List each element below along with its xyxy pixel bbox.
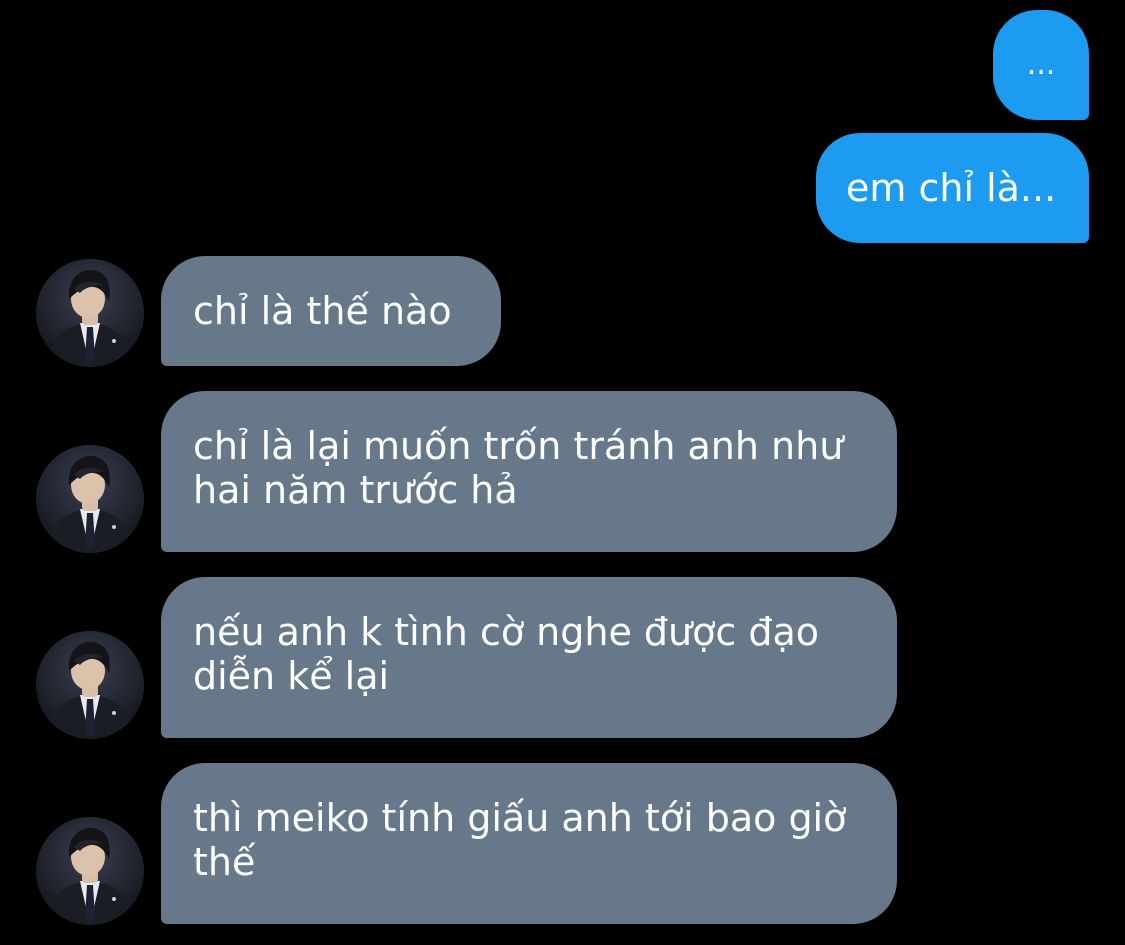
- message-text: em chỉ là...: [846, 166, 1057, 210]
- message-text: chỉ là thế nào: [193, 289, 452, 333]
- received-message-bubble[interactable]: thì meiko tính giấu anh tới bao giờ thế: [161, 763, 897, 924]
- avatar-portrait-icon: [36, 445, 144, 553]
- contact-avatar[interactable]: [36, 817, 144, 925]
- received-message-bubble[interactable]: nếu anh k tình cờ nghe được đạo diễn kể …: [161, 577, 897, 738]
- contact-avatar[interactable]: [36, 445, 144, 553]
- sent-message-bubble[interactable]: em chỉ là...: [816, 133, 1089, 243]
- avatar-portrait-icon: [36, 259, 144, 367]
- received-message-bubble[interactable]: chỉ là lại muốn trốn tránh anh như hai n…: [161, 391, 897, 552]
- avatar-portrait-icon: [36, 631, 144, 739]
- contact-avatar[interactable]: [36, 631, 144, 739]
- received-message-bubble[interactable]: chỉ là thế nào: [161, 256, 501, 366]
- contact-avatar[interactable]: [36, 259, 144, 367]
- message-text: chỉ là lại muốn trốn tránh anh như hai n…: [193, 424, 844, 512]
- message-text: thì meiko tính giấu anh tới bao giờ thế: [193, 796, 847, 884]
- sent-message-bubble[interactable]: ...: [993, 10, 1089, 120]
- avatar-portrait-icon: [36, 817, 144, 925]
- message-text: ...: [1026, 47, 1056, 82]
- message-text: nếu anh k tình cờ nghe được đạo diễn kể …: [193, 610, 819, 698]
